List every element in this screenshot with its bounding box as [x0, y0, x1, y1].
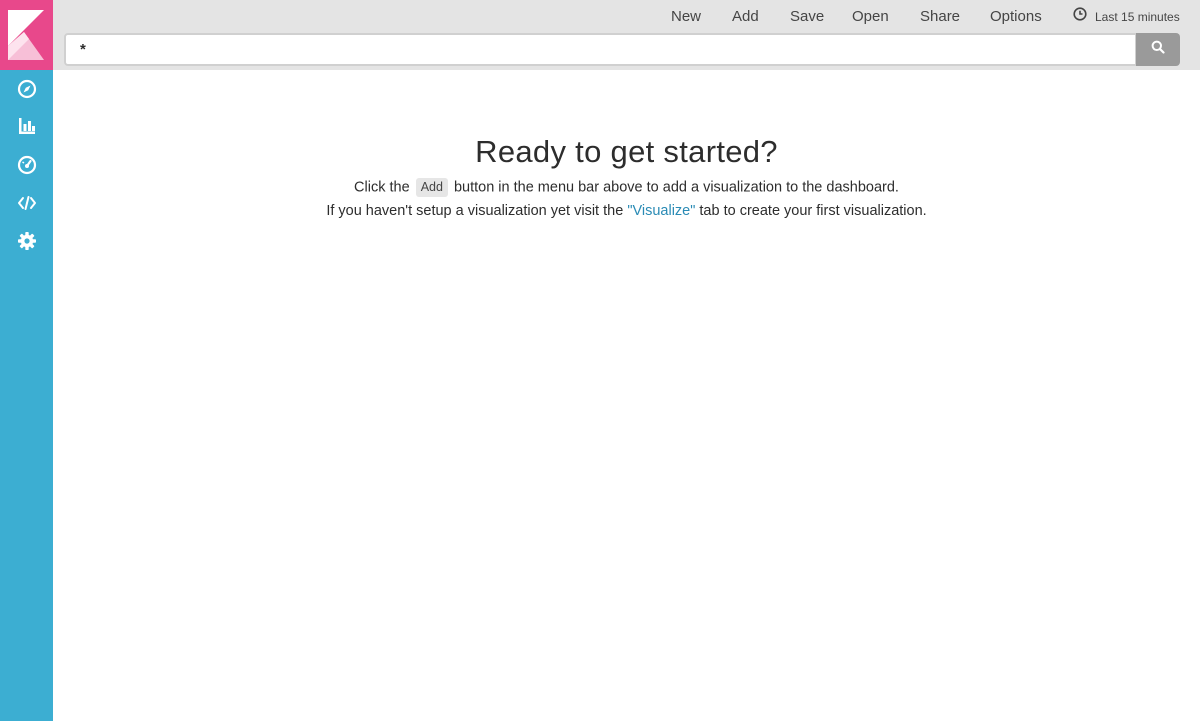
menu-add[interactable]: Add: [732, 7, 759, 27]
kibana-logo[interactable]: [0, 0, 53, 70]
menu-share[interactable]: Share: [920, 7, 960, 27]
search-icon: [1151, 40, 1165, 59]
instruction-line-1: Click the Add button in the menu bar abo…: [53, 178, 1200, 197]
time-range-label: Last 15 minutes: [1095, 10, 1180, 24]
top-bar: New Add Save Open Share Options Last 15 …: [53, 0, 1200, 70]
add-button-hint: Add: [415, 178, 448, 197]
visualize-link[interactable]: "Visualize": [627, 203, 695, 219]
sidebar-item-dev-tools[interactable]: [0, 185, 53, 221]
query-input[interactable]: [64, 33, 1137, 66]
time-picker[interactable]: Last 15 minutes: [1073, 7, 1180, 27]
page-title: Ready to get started?: [475, 134, 778, 169]
menu-new[interactable]: New: [671, 7, 701, 27]
menu-open[interactable]: Open: [852, 7, 889, 27]
dashboard-empty-state: Ready to get started? Click the Add butt…: [53, 70, 1200, 721]
search-button[interactable]: [1136, 33, 1180, 66]
bar-chart-icon: [17, 116, 37, 136]
instruction-text: Click the: [354, 179, 410, 196]
gear-icon: [17, 231, 37, 251]
sidebar-item-visualize[interactable]: [0, 108, 53, 144]
instruction-text: button in the menu bar above to add a vi…: [453, 179, 899, 196]
instruction-text: If you haven't setup a visualization yet…: [326, 203, 624, 219]
top-menu: New Add Save Open Share Options Last 15 …: [53, 0, 1200, 32]
sidebar: [0, 0, 53, 721]
menu-options[interactable]: Options: [990, 7, 1042, 27]
gauge-icon: [17, 155, 37, 175]
compass-icon: [17, 79, 37, 99]
instruction-text: tab to create your first visualization.: [699, 203, 927, 219]
sidebar-item-management[interactable]: [0, 223, 53, 259]
code-icon: [17, 193, 37, 213]
clock-icon: [1073, 7, 1095, 27]
sidebar-item-discover[interactable]: [0, 71, 53, 107]
menu-save[interactable]: Save: [790, 7, 824, 27]
instruction-line-2: If you haven't setup a visualization yet…: [53, 203, 1200, 219]
sidebar-item-dashboard[interactable]: [0, 147, 53, 183]
